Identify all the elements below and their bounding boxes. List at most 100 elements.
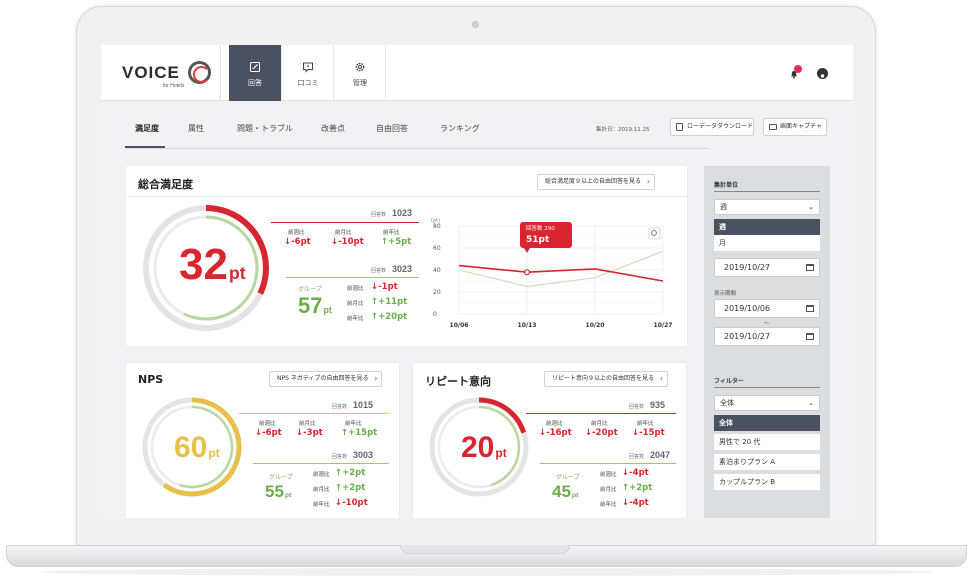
comp-value-year: ↑+5pt xyxy=(381,237,412,247)
overall-score: 32pt xyxy=(179,243,246,295)
comp-value-week: ↓-6pt xyxy=(284,237,311,247)
aggregation-date: 集計日：2019.11.25 xyxy=(596,127,650,133)
y-tick-label: 60 xyxy=(433,245,441,252)
comp-label: 前年比 xyxy=(637,421,654,427)
group-score: 57pt xyxy=(298,293,332,318)
tab-reviews-label: 口コミ xyxy=(297,79,319,87)
group-comp-month: ↑+11pt xyxy=(371,297,408,307)
comp-value-month: ↓-10pt xyxy=(331,237,364,247)
user-icon[interactable] xyxy=(817,68,828,81)
unit-date-value: 2019/10/27 xyxy=(724,263,771,272)
comp-label: 前年比 xyxy=(345,421,362,427)
highlight-point xyxy=(523,269,530,276)
subtab-problems[interactable]: 問題・トラブル xyxy=(237,123,293,134)
overall-free-answer-link[interactable]: 総合満足度９以上の自由回答を見る xyxy=(537,174,656,190)
comp-label: 前月比 xyxy=(335,230,352,236)
period-to-value: 2019/10/27 xyxy=(724,332,771,341)
period-from-input[interactable]: 2019/10/06 xyxy=(714,299,820,318)
unit-option-week[interactable]: 週 xyxy=(714,219,820,235)
repeat-comp-year: ↓-15pt xyxy=(632,428,665,438)
subtab-attributes[interactable]: 属性 xyxy=(188,123,204,134)
repeat-count: 935 xyxy=(650,400,666,410)
nps-group-comp-week: ↑+2pt xyxy=(335,468,366,478)
filter-sidebar: 集計単位 週 ⌄ 週 月 2019/10/27 表示期間 2019/10/06 … xyxy=(704,166,830,518)
group-line xyxy=(540,463,676,464)
y-tick-label: 80 xyxy=(433,223,441,230)
filter-option-plan-a[interactable]: 素泊まりプラン A xyxy=(714,454,820,470)
y-tick-label: 0 xyxy=(433,311,437,318)
tab-answers[interactable]: 回答 xyxy=(229,45,281,101)
filter-select[interactable]: 全体 ⌄ xyxy=(714,395,820,411)
comment-icon xyxy=(302,61,314,73)
group-count: 3023 xyxy=(392,264,413,274)
chevron-down-icon: ⌄ xyxy=(808,399,814,407)
capture-label: 画面キャプチャ xyxy=(780,123,822,130)
nps-free-answer-link[interactable]: NPS ネガティブの自由回答を見る xyxy=(269,371,383,387)
display-period-title: 表示期間 xyxy=(714,291,737,297)
header-divider xyxy=(220,45,221,101)
card-divider xyxy=(126,196,687,197)
y-tick-label: 40 xyxy=(433,267,441,274)
repeat-group-comp-month: ↑+2pt xyxy=(622,483,653,493)
satisfaction-trend-chart: (pt)02040608010/06 10/13 10/20 10/27回答数 290… xyxy=(431,218,673,329)
repeat-group-comp-year: ↓-4pt xyxy=(622,498,649,508)
subtab-satisfaction[interactable]: 満足度 xyxy=(135,123,159,134)
filter-select-value: 全体 xyxy=(720,399,734,407)
subtab-improvements[interactable]: 改善点 xyxy=(321,123,345,134)
group-comp-label: 前月比 xyxy=(313,487,330,493)
group-comp-label: 前年比 xyxy=(600,502,617,508)
comp-label: 前月比 xyxy=(591,421,608,427)
period-separator: 〜 xyxy=(764,321,770,327)
subtab-free-answers[interactable]: 自由回答 xyxy=(376,123,408,134)
group-count-label: 回答数 xyxy=(371,268,387,274)
tab-reviews[interactable]: 口コミ xyxy=(282,45,334,101)
repeat-group-comp-week: ↓-4pt xyxy=(622,468,649,478)
app-header: VOICE for Hotels 回答 口コミ 管理 xyxy=(101,45,853,101)
group-count-label: 回答数 xyxy=(629,454,645,460)
repeat-free-answer-link[interactable]: リピート意向９以上の自由回答を見る xyxy=(544,371,669,387)
download-label: ローデータダウンロード xyxy=(687,123,754,130)
sidebar-divider xyxy=(714,387,820,388)
group-label: グループ xyxy=(298,286,322,293)
filter-option-all[interactable]: 全体 xyxy=(714,415,820,431)
nps-comp-year: ↑+15pt xyxy=(341,428,378,438)
unit-select-value: 週 xyxy=(720,203,727,211)
overall-line xyxy=(271,222,419,223)
response-count: 1023 xyxy=(392,208,413,218)
group-count-label: 回答数 xyxy=(332,454,348,460)
response-count-label: 回答数 xyxy=(629,404,645,410)
nps-count: 1015 xyxy=(353,400,374,410)
period-from-value: 2019/10/06 xyxy=(724,304,771,313)
group-comp-label: 前年比 xyxy=(347,316,364,322)
aggregation-unit-title: 集計単位 xyxy=(714,182,739,189)
filter-option-plan-b[interactable]: カップルプラン B xyxy=(714,474,820,490)
overall-score-value: 32 xyxy=(179,240,228,289)
unit-date-input[interactable]: 2019/10/27 xyxy=(714,258,820,277)
overall-satisfaction-card: 総合満足度 総合満足度９以上の自由回答を見る 32pt 回答数 1023 前週比… xyxy=(126,166,687,346)
group-comp-label: 前月比 xyxy=(347,301,364,307)
response-count-label: 回答数 xyxy=(371,212,387,218)
nav-separator xyxy=(385,45,386,101)
group-comp-week: ↓-1pt xyxy=(371,282,398,292)
laptop-mockup: VOICE for Hotels 回答 口コミ 管理 満足度 属性 問題・トラブ… xyxy=(0,0,973,583)
tab-admin[interactable]: 管理 xyxy=(334,45,386,101)
aggregation-unit-select[interactable]: 週 ⌄ xyxy=(714,199,820,215)
period-to-input[interactable]: 2019/10/27 xyxy=(714,327,820,346)
unit-option-month[interactable]: 月 xyxy=(714,235,820,251)
overall-title: 総合満足度 xyxy=(138,178,193,191)
filter-option-male-20s[interactable]: 男性で 20 代 xyxy=(714,434,820,450)
nps-group-score: 55pt xyxy=(265,482,292,501)
logo-ring-icon xyxy=(188,61,211,84)
repeat-comp-week: ↓-16pt xyxy=(539,428,572,438)
x-tick-label: 10/27 xyxy=(654,322,673,329)
response-count-label: 回答数 xyxy=(332,404,348,410)
repeat-score: 20pt xyxy=(461,431,507,464)
subtab-ranking[interactable]: ランキング xyxy=(440,123,480,134)
nps-line xyxy=(239,413,389,414)
screen-capture-button[interactable]: 画面キャプチャ xyxy=(763,118,827,136)
comp-label: 前週比 xyxy=(546,421,563,427)
raw-data-download-button[interactable]: ローデータダウンロード xyxy=(670,118,754,136)
sidebar-divider xyxy=(714,191,820,192)
group-label: グループ xyxy=(269,474,293,481)
tab-answers-label: 回答 xyxy=(248,79,262,87)
